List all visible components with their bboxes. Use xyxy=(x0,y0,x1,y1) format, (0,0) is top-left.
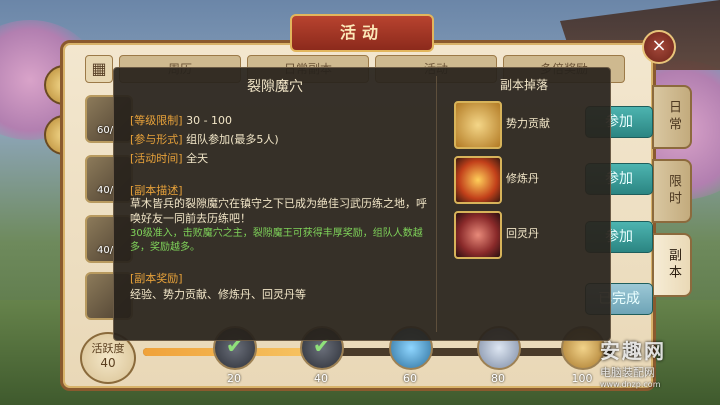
grid-icon[interactable]: ▦ xyxy=(85,55,113,83)
drop-title: 副本掉落 xyxy=(499,78,548,92)
drop-list: 副本掉落 势力贡献 修炼丹 回灵丹 xyxy=(444,68,604,340)
drop-name: 回灵丹 xyxy=(506,227,539,240)
watermark-logo: 安趣网 xyxy=(600,339,666,363)
level-limit-value: 30 - 100 xyxy=(186,114,233,127)
milestone-value: 20 xyxy=(227,372,241,385)
dungeon-detail-popup: 裂隙魔穴 [等级限制] 30 - 100 [参与形式] 组队参加(最多5人) [… xyxy=(113,67,611,341)
activity-time: [活动时间] 全天 xyxy=(130,150,208,166)
activity-points-value: 40 xyxy=(100,356,116,370)
milestone-value: 60 xyxy=(403,372,417,385)
divider xyxy=(436,76,437,332)
window-title: 活动 xyxy=(290,14,434,52)
fire-pill-icon xyxy=(454,156,502,204)
reward-text: 经验、势力贡献、修炼丹、回灵丹等 xyxy=(130,288,306,301)
activity-time-value: 全天 xyxy=(186,152,209,165)
drop-name: 势力贡献 xyxy=(506,117,550,130)
dungeon-title: 裂隙魔穴 xyxy=(247,79,303,95)
level-limit: [等级限制] 30 - 100 xyxy=(130,112,232,128)
watermark-url: www.dnzp.com xyxy=(600,380,661,389)
drop-item[interactable]: 回灵丹 xyxy=(454,211,604,259)
scroll-token-icon xyxy=(454,101,502,149)
close-button[interactable]: × xyxy=(642,30,676,64)
drop-item[interactable]: 势力贡献 xyxy=(454,101,604,149)
drop-item[interactable]: 修炼丹 xyxy=(454,156,604,204)
participation-form: [参与形式] 组队参加(最多5人) xyxy=(130,131,279,147)
level-limit-key: [等级限制] xyxy=(130,114,183,127)
activity-time-key: [活动时间] xyxy=(130,152,183,165)
side-tab-dungeon[interactable]: 副本 xyxy=(652,233,692,297)
milestone-value: 80 xyxy=(491,372,505,385)
reward-heading: [副本奖励] xyxy=(130,272,183,285)
milestone-value: 40 xyxy=(314,372,328,385)
row-count: 40/ xyxy=(97,245,114,256)
description-highlight: 30级准入，击败魔穴之主，裂隙魔王可获得丰厚奖励，组队人数越多，奖励越多。 xyxy=(130,228,423,253)
participation-form-value: 组队参加(最多5人) xyxy=(186,133,279,146)
row-count: 60/ xyxy=(97,125,114,136)
drop-name: 修炼丹 xyxy=(506,172,539,185)
milestone-value: 100 xyxy=(571,372,593,385)
side-tab-daily[interactable]: 日常 xyxy=(652,85,692,149)
participation-form-key: [参与形式] xyxy=(130,133,183,146)
row-count: 40/ xyxy=(97,185,114,196)
watermark-site: 电脑装配网 xyxy=(600,366,655,379)
spirit-pill-icon xyxy=(454,211,502,259)
dungeon-info: 裂隙魔穴 [等级限制] 30 - 100 [参与形式] 组队参加(最多5人) [… xyxy=(114,68,436,340)
side-tab-bar: 日常 限时 副本 xyxy=(652,85,692,307)
side-tab-limited[interactable]: 限时 xyxy=(652,159,692,223)
description-text: 草木皆兵的裂隙魔穴在镇守之下已成为绝佳习武历练之地，呼唤好友一同前去历练吧！ xyxy=(130,197,427,225)
watermark: 安趣网 电脑装配网 www.dnzp.com xyxy=(600,335,715,400)
